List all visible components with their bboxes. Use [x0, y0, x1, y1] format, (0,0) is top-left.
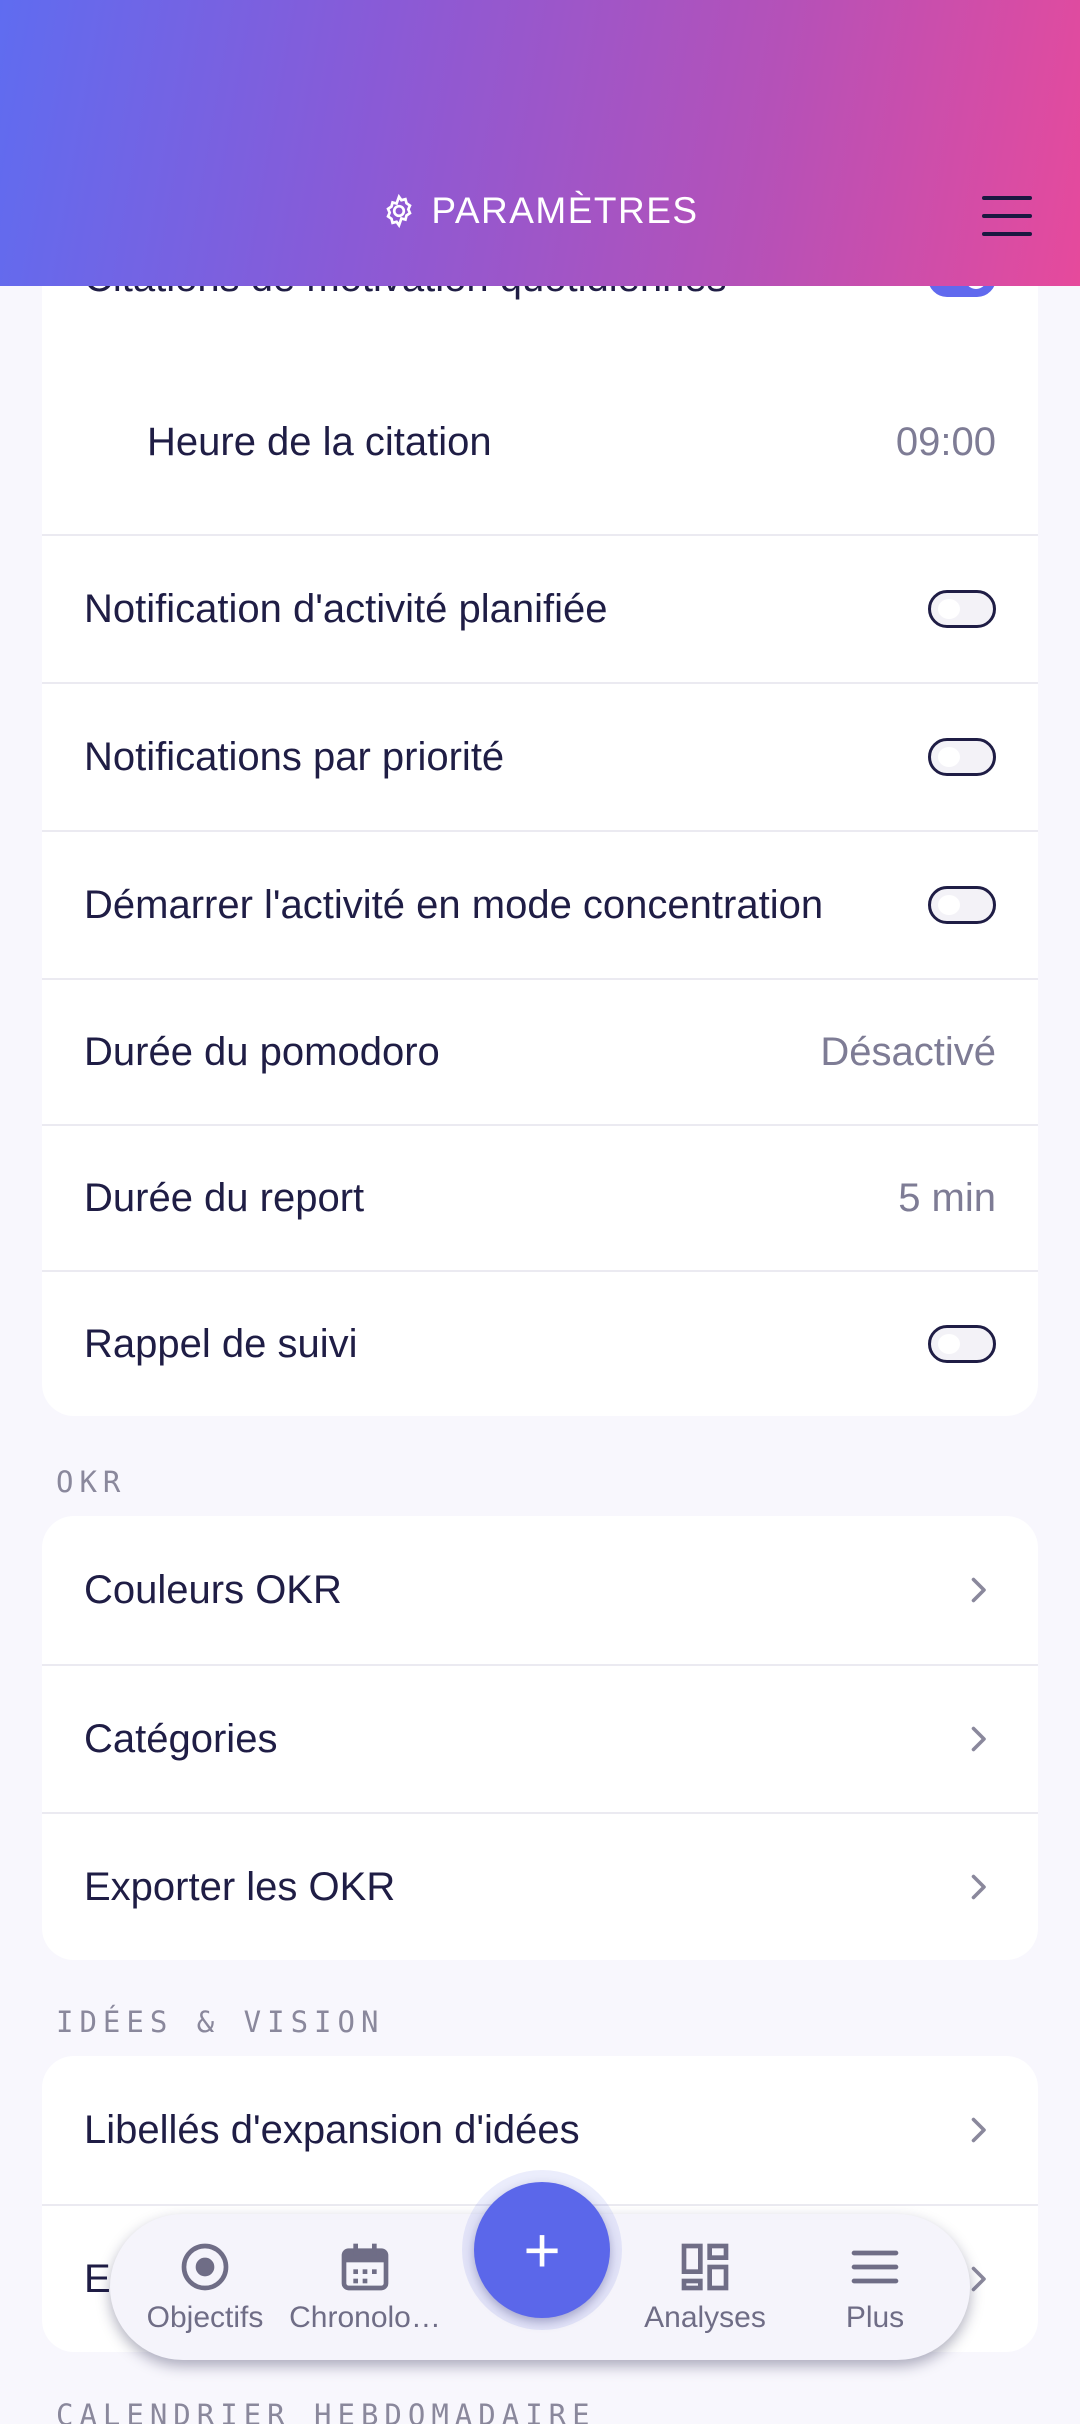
section-label-ideas: IDÉES & VISION	[56, 2005, 385, 2039]
okr-export-row[interactable]: Exporter les OKR	[42, 1812, 1038, 1960]
hamburger-menu-icon[interactable]	[982, 196, 1032, 236]
okr-categories-row[interactable]: Catégories	[42, 1664, 1038, 1812]
nav-analytics[interactable]: Analyses	[630, 2214, 780, 2360]
setting-label: E	[84, 2256, 111, 2301]
priority-notifications-toggle[interactable]	[928, 738, 996, 776]
setting-row-snooze-duration[interactable]: Durée du report 5 min	[42, 1124, 1038, 1270]
plus-icon: +	[523, 2214, 561, 2286]
nav-objectives[interactable]: Objectifs	[130, 2214, 280, 2360]
setting-label: Couleurs OKR	[84, 1567, 342, 1612]
pomodoro-duration-value: Désactivé	[820, 1029, 996, 1074]
section-label-okr: OKR	[56, 1465, 127, 1499]
setting-label: Démarrer l'activité en mode concentratio…	[84, 882, 824, 927]
nav-label: Objectifs	[146, 2301, 264, 2334]
page-title: PARAMÈTRES	[0, 190, 1080, 232]
chevron-right-icon	[971, 1577, 986, 1603]
page-title-text: PARAMÈTRES	[431, 190, 699, 231]
nav-label: Chronolo…	[289, 2301, 441, 2334]
setting-label: Catégories	[84, 1716, 278, 1761]
setting-row-follow-up-reminder[interactable]: Rappel de suivi	[42, 1270, 1038, 1416]
target-icon	[181, 2243, 229, 2291]
follow-up-reminder-toggle[interactable]	[928, 1325, 996, 1363]
chevron-right-icon	[971, 2117, 986, 2143]
setting-row-focus-mode[interactable]: Démarrer l'activité en mode concentratio…	[42, 830, 1038, 978]
gear-icon	[386, 193, 413, 229]
quote-time-value: 09:00	[895, 419, 996, 464]
okr-colors-row[interactable]: Couleurs OKR	[42, 1516, 1038, 1664]
setting-label: Rappel de suivi	[84, 1321, 358, 1366]
scheduled-activity-toggle[interactable]	[928, 590, 996, 628]
setting-label: Exporter les OKR	[84, 1864, 396, 1909]
setting-label: Heure de la citation	[147, 419, 492, 464]
dashboard-icon	[681, 2243, 729, 2291]
nav-more[interactable]: Plus	[800, 2214, 950, 2360]
setting-row-scheduled-activity[interactable]: Notification d'activité planifiée	[42, 534, 1038, 682]
setting-label: Durée du report	[84, 1175, 365, 1220]
setting-label: Libellés d'expansion d'idées	[84, 2107, 580, 2152]
nav-label: Plus	[845, 2301, 905, 2334]
setting-row-priority-notifications[interactable]: Notifications par priorité	[42, 682, 1038, 830]
setting-label: Notification d'activité planifiée	[84, 586, 608, 631]
add-button[interactable]: +	[474, 2182, 610, 2318]
notifications-card: Citations de motivation quotidiennes Heu…	[42, 240, 1038, 1416]
app-header: PARAMÈTRES	[0, 0, 1080, 286]
menu-icon	[851, 2250, 899, 2284]
section-label-calendar: CALENDRIER HEBDOMADAIRE	[56, 2398, 596, 2424]
chevron-right-icon	[971, 1874, 986, 1900]
chevron-right-icon	[971, 1726, 986, 1752]
focus-mode-toggle[interactable]	[928, 886, 996, 924]
setting-label: Durée du pomodoro	[84, 1029, 440, 1074]
setting-row-pomodoro-duration[interactable]: Durée du pomodoro Désactivé	[42, 978, 1038, 1124]
setting-label: Notifications par priorité	[84, 734, 505, 779]
okr-card: Couleurs OKR Catégories Exporter les OKR	[42, 1516, 1038, 1960]
nav-timeline[interactable]: Chronolo…	[285, 2214, 445, 2360]
snooze-duration-value: 5 min	[898, 1175, 996, 1220]
calendar-icon	[341, 2243, 389, 2291]
setting-row-quote-time[interactable]: Heure de la citation 09:00	[42, 368, 1038, 516]
nav-label: Analyses	[644, 2301, 766, 2334]
